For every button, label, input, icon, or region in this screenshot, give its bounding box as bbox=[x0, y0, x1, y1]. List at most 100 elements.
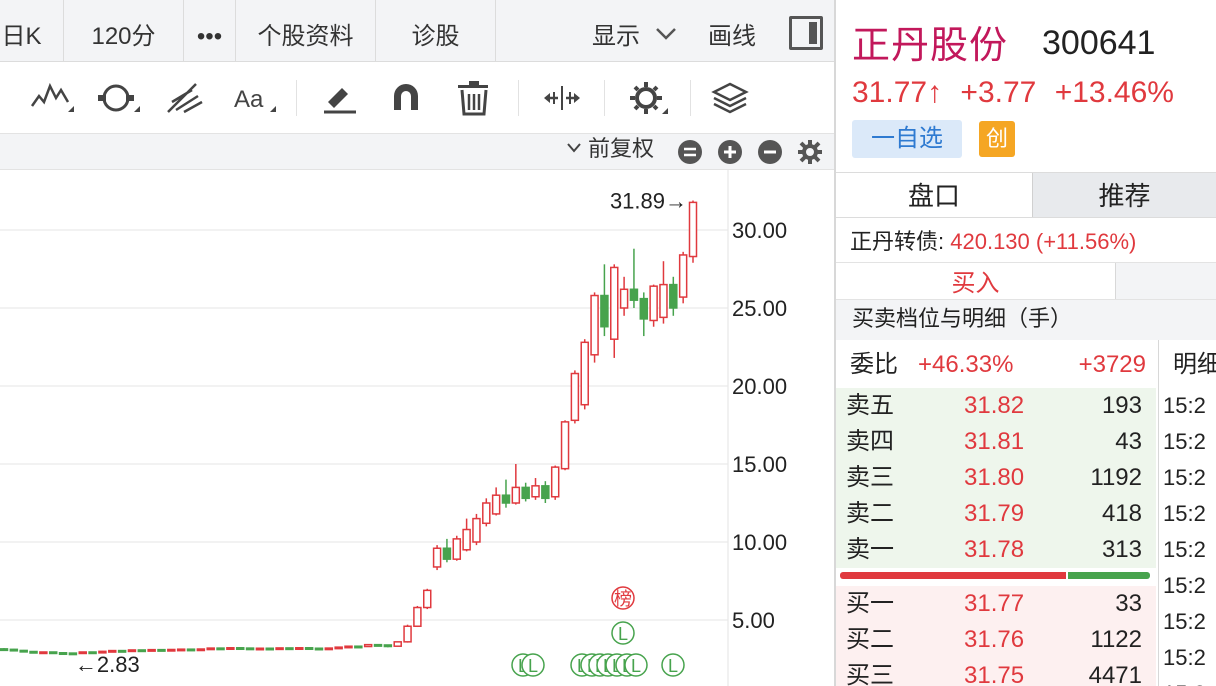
ask-row[interactable]: 卖二 31.79 418 bbox=[836, 496, 1156, 532]
settings-icon[interactable] bbox=[624, 76, 668, 120]
ask-row[interactable]: 卖四 31.81 43 bbox=[836, 424, 1156, 460]
sell-tab[interactable] bbox=[1116, 263, 1216, 299]
zoom-out-icon[interactable] bbox=[757, 139, 783, 165]
candle-body bbox=[383, 644, 393, 648]
magnet-icon[interactable] bbox=[384, 76, 428, 120]
ask-row[interactable]: 卖三 31.80 1192 bbox=[836, 460, 1156, 496]
tab-order-book[interactable]: 盘口 bbox=[836, 173, 1032, 217]
bid-row[interactable]: 买三 31.75 4471 bbox=[836, 658, 1156, 686]
ask-row[interactable]: 卖一 31.78 313 bbox=[836, 532, 1156, 568]
buy-sell-strength-bar bbox=[836, 568, 1156, 586]
candle-body bbox=[0, 648, 9, 652]
candle-body bbox=[432, 547, 442, 568]
candle-body bbox=[501, 494, 511, 504]
quote-pane: 正丹股份 300641 31.77↑ +3.77 +13.46% 一自选 创 盘… bbox=[836, 0, 1216, 686]
rank-badge: 榜 bbox=[614, 589, 632, 609]
high-price-label: 31.89→ bbox=[610, 189, 687, 214]
bid-ask-ratio: 委比 +46.33% +3729 bbox=[836, 340, 1156, 388]
candle-body bbox=[393, 641, 402, 647]
add-watchlist-button[interactable]: 一自选 bbox=[852, 120, 962, 158]
tick-time: 15:2 bbox=[1159, 676, 1216, 686]
candle-body bbox=[324, 647, 334, 651]
candle-body bbox=[521, 486, 530, 500]
candle-body bbox=[422, 589, 432, 609]
display-menu[interactable]: 显示 bbox=[592, 0, 677, 61]
svg-text:Aa: Aa bbox=[234, 86, 264, 113]
candle-body bbox=[452, 538, 462, 560]
candle-body bbox=[167, 648, 176, 652]
price-adjust-select[interactable]: 前复权 bbox=[566, 134, 654, 170]
candle-body bbox=[688, 201, 698, 258]
trade-tabs: 买入 bbox=[836, 262, 1216, 300]
candle-body bbox=[550, 466, 560, 498]
buy-button[interactable]: 买入 bbox=[836, 263, 1116, 299]
toolbar-divider bbox=[518, 80, 519, 116]
eraser-icon[interactable] bbox=[318, 76, 362, 120]
tick-time: 15:2 bbox=[1163, 429, 1206, 454]
candle-body bbox=[265, 647, 275, 651]
ask-volume: 418 bbox=[1101, 500, 1142, 527]
candle-body bbox=[363, 643, 373, 648]
candle-body bbox=[629, 288, 639, 301]
price-adjust-label: 前复权 bbox=[588, 136, 655, 161]
ask-row[interactable]: 卖五 31.82 193 bbox=[836, 388, 1156, 424]
chart-settings-icon[interactable] bbox=[797, 139, 823, 165]
bid-level: 买一 bbox=[846, 590, 894, 617]
price-change: +3.77 bbox=[960, 76, 1037, 109]
drawing-toolbar: Aa bbox=[0, 62, 835, 134]
orderbook-title: 买卖档位与明细（手） bbox=[836, 300, 1216, 340]
candle-body bbox=[472, 517, 481, 543]
tick-list[interactable]: 15:2 15:2 15:2 15:2 15:2 15:2 15:2 15:2 … bbox=[1158, 388, 1216, 686]
bid-row[interactable]: 买一 31.77 33 bbox=[836, 586, 1156, 622]
candle-body bbox=[659, 283, 668, 319]
expand-icon[interactable] bbox=[540, 76, 584, 120]
draw-line-button[interactable]: 画线 bbox=[708, 0, 756, 61]
candle-body bbox=[196, 648, 206, 652]
tab-daily-k[interactable]: 日K bbox=[0, 0, 64, 61]
candle-body bbox=[649, 285, 658, 322]
tab-120min[interactable]: 120分 bbox=[64, 0, 184, 61]
ask-volume: 43 bbox=[1115, 428, 1142, 455]
period-tab-bar: 日K 120分 ••• 个股资料 诊股 显示 画线 bbox=[0, 0, 835, 62]
candle-body bbox=[226, 647, 235, 651]
candle-body bbox=[255, 647, 265, 651]
tab-more[interactable]: ••• bbox=[184, 0, 236, 61]
candle-body bbox=[275, 647, 284, 651]
ratio-label: 委比 bbox=[850, 351, 898, 378]
trash-icon[interactable] bbox=[452, 76, 496, 120]
candle-body bbox=[39, 651, 48, 655]
chevron-down-icon bbox=[655, 28, 676, 40]
tick-detail-header[interactable]: 明细 bbox=[1158, 340, 1216, 388]
candle-body bbox=[157, 648, 166, 652]
tab-profile[interactable]: 个股资料 bbox=[236, 0, 376, 61]
tab-recommend[interactable]: 推荐 bbox=[1032, 173, 1216, 217]
convertible-bond-line[interactable]: 正丹转债: 420.130 (+11.56%) bbox=[850, 224, 1136, 256]
zoom-in-icon[interactable] bbox=[717, 139, 743, 165]
bid-row[interactable]: 买二 31.76 1122 bbox=[836, 622, 1156, 658]
ask-level: 卖一 bbox=[846, 536, 894, 563]
candle-body bbox=[580, 341, 589, 406]
order-book: 卖五 31.82 193 卖四 31.81 43 卖三 31.80 1192 卖二 31.79… bbox=[836, 388, 1156, 686]
candle-body bbox=[354, 645, 363, 649]
text-tool-icon[interactable]: Aa bbox=[232, 76, 276, 120]
y-tick-label: 30.00 bbox=[732, 218, 787, 243]
bid-price: 31.77 bbox=[964, 590, 1025, 617]
bid-level: 买二 bbox=[846, 626, 894, 653]
fork-icon[interactable] bbox=[162, 76, 206, 120]
ask-volume: 1192 bbox=[1090, 464, 1142, 491]
l-badge: L bbox=[631, 656, 641, 676]
price-change-pct: +13.46% bbox=[1054, 76, 1174, 109]
candle-body bbox=[147, 648, 156, 652]
y-tick-label: 5.00 bbox=[732, 608, 775, 633]
cycle-icon[interactable] bbox=[96, 76, 140, 120]
collapse-icon[interactable] bbox=[677, 139, 703, 165]
layers-icon[interactable] bbox=[708, 76, 752, 120]
tab-diagnose[interactable]: 诊股 bbox=[376, 0, 496, 61]
panel-toggle-icon[interactable] bbox=[789, 16, 823, 50]
tick-time: 15:2 bbox=[1163, 501, 1206, 526]
candle-body bbox=[482, 502, 491, 525]
kline-chart[interactable]: 30.00 25.00 20.00 15.00 10.00 5.00 31.89→ ←2.83… bbox=[0, 170, 835, 686]
trend-line-icon[interactable] bbox=[30, 76, 74, 120]
y-tick-label: 15.00 bbox=[732, 452, 787, 477]
ask-level: 卖三 bbox=[846, 464, 894, 491]
